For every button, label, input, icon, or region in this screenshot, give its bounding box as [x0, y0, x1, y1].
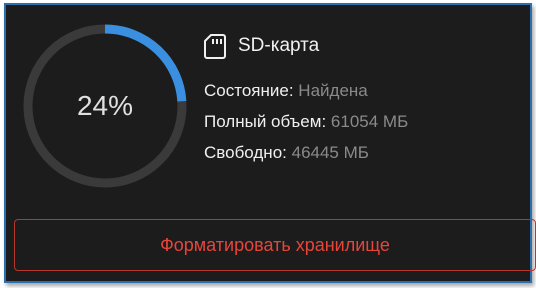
- free-space-row: Свободно: 46445 МБ: [204, 137, 524, 168]
- total-size-row: Полный объем: 61054 МБ: [204, 106, 524, 137]
- storage-title-row: SD-карта: [204, 31, 524, 61]
- free-space-label: Свободно:: [204, 143, 287, 162]
- free-space-value: 46445 МБ: [291, 143, 369, 162]
- total-size-label: Полный объем:: [204, 112, 327, 131]
- usage-gauge: 24%: [22, 23, 188, 189]
- usage-percent: 24%: [76, 90, 134, 121]
- status-label: Состояние:: [204, 81, 294, 100]
- status-row: Состояние: Найдена: [204, 75, 524, 106]
- total-size-value: 61054 МБ: [330, 112, 409, 131]
- status-value: Найдена: [298, 81, 368, 100]
- storage-info: SD-карта Состояние: Найдена Полный объем…: [204, 31, 524, 168]
- storage-title: SD-карта: [238, 35, 320, 56]
- format-storage-button[interactable]: Форматировать хранилище: [14, 219, 536, 271]
- sd-card-icon: [204, 33, 226, 59]
